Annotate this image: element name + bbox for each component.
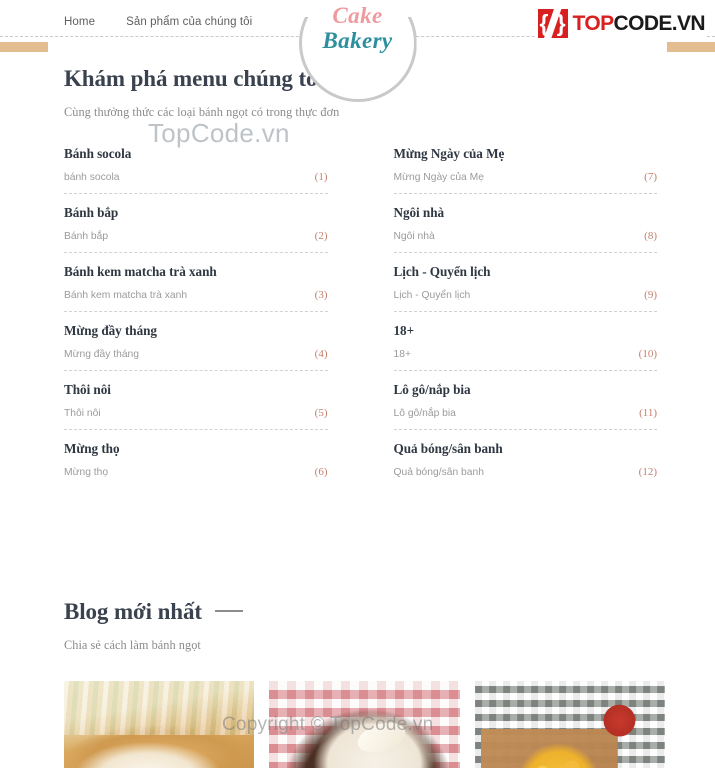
menu-item-desc: Lịch - Quyển lịch	[393, 290, 471, 301]
brace-right-glyph: }	[556, 10, 566, 36]
menu-item-row: Bánh kem matcha trà xanh (3)	[64, 289, 328, 301]
menu-column-right: Mừng Ngày của Mẹ Mừng Ngày của Mẹ (7) Ng…	[393, 146, 658, 499]
menu-item-count: (1)	[314, 171, 328, 183]
menu-item[interactable]: Mừng thọ Mừng thọ (6)	[64, 441, 328, 488]
menu-item-desc: bánh socola	[64, 172, 120, 183]
menu-item-desc: Bánh bắp	[64, 231, 109, 242]
menu-item-count: (12)	[638, 466, 657, 478]
menu-item-name: Thôi nôi	[64, 382, 111, 397]
blog-thumbnail-image	[269, 681, 460, 768]
menu-section-title: Khám phá menu chúng tôi	[64, 66, 324, 91]
blog-card[interactable]: 2020-06-04 22:48:25 BÁNH SỮA TƯƠI - CÁI …	[474, 681, 665, 768]
nav-item-products[interactable]: Sản phẩm của chúng tôi	[126, 16, 252, 28]
menu-item-desc: Thôi nôi	[64, 408, 101, 419]
blog-thumbnail-image	[64, 681, 255, 768]
menu-item-count: (9)	[644, 289, 657, 301]
menu-item-name: Bánh socola	[64, 146, 132, 161]
menu-item-desc: Mừng đầy tháng	[64, 349, 140, 360]
logo-wordmark: Cake Bakery	[299, 3, 417, 54]
code-brackets-icon: { }	[537, 9, 568, 38]
menu-item-name: Mừng đầy tháng	[64, 323, 157, 338]
title-underline-rule	[215, 610, 244, 612]
topcode-watermark-logo: { } TOPCODE.VN	[534, 7, 707, 40]
menu-item-count: (11)	[639, 407, 657, 419]
menu-item-row: Mừng thọ (6)	[64, 466, 328, 478]
menu-item-name: Lịch - Quyển lịch	[393, 264, 491, 279]
menu-item-row: 18+ (10)	[394, 348, 658, 360]
menu-item-name: Lô gô/nắp bia	[393, 382, 471, 397]
menu-item-row: Lịch - Quyển lịch (9)	[394, 289, 658, 301]
blog-section-head: Blog mới nhất Chia sẻ cách làm bánh ngọt	[0, 599, 715, 653]
blog-card-grid: 2020-06-04 22:48:09 Bánh mì bơ sữa - Món…	[0, 681, 715, 768]
menu-item[interactable]: 18+ 18+ (10)	[393, 323, 658, 371]
nav-item-home[interactable]: Home	[64, 16, 95, 28]
menu-item-count: (5)	[314, 407, 328, 419]
edge-accent-bar-left	[0, 42, 48, 52]
menu-item-desc: Quả bóng/sân banh	[393, 467, 484, 478]
menu-item-count: (10)	[638, 348, 657, 360]
menu-item-row: Quả bóng/sân banh (12)	[394, 466, 658, 478]
blog-section-title: Blog mới nhất	[64, 599, 202, 624]
primary-nav-left: Home Sản phẩm của chúng tôi	[64, 16, 252, 28]
menu-item-count: (6)	[314, 466, 328, 478]
menu-item-desc: 18+	[393, 349, 411, 360]
menu-item-count: (4)	[314, 348, 328, 360]
menu-item-name: Mừng thọ	[64, 441, 120, 456]
menu-item-row: Mừng Ngày của Mẹ (7)	[394, 171, 658, 183]
menu-item[interactable]: Mừng Ngày của Mẹ Mừng Ngày của Mẹ (7)	[393, 146, 658, 194]
menu-item-name: Quả bóng/sân banh	[393, 441, 503, 456]
menu-item-name: 18+	[393, 323, 415, 338]
blog-card[interactable]: 2020-06-04 22:48:17 Bánh sữa chua có ngu…	[269, 681, 460, 768]
blog-card[interactable]: 2020-06-04 22:48:09 Bánh mì bơ sữa - Món…	[64, 681, 255, 768]
menu-item-name: Mừng Ngày của Mẹ	[393, 146, 505, 161]
blog-section-subtitle: Chia sẻ cách làm bánh ngọt	[64, 638, 201, 652]
menu-item-count: (3)	[314, 289, 328, 301]
menu-item-name: Ngôi nhà	[393, 205, 445, 220]
edge-accent-bar-right	[667, 42, 715, 52]
menu-item[interactable]: Lô gô/nắp bia Lô gô/nắp bia (11)	[393, 382, 658, 430]
topcode-word-code: CODE.VN	[613, 12, 706, 35]
menu-grid: Bánh socola bánh socola (1) Bánh bắp Bán…	[0, 146, 715, 499]
menu-item-row: Bánh bắp (2)	[64, 230, 328, 242]
blog-thumbnail-image	[474, 681, 665, 768]
menu-item-desc: Mừng thọ	[64, 467, 109, 478]
menu-item[interactable]: Quả bóng/sân banh Quả bóng/sân banh (12)	[394, 441, 658, 488]
site-logo[interactable]: Cake Bakery	[298, 0, 417, 102]
menu-item-row: Mừng đầy tháng (4)	[64, 348, 328, 360]
menu-item-desc: Ngôi nhà	[393, 231, 435, 242]
menu-item[interactable]: Thôi nôi Thôi nôi (5)	[64, 382, 328, 430]
page-root: Home Sản phẩm của chúng tôi Blog Gi Cake…	[0, 0, 715, 768]
menu-item[interactable]: Lịch - Quyển lịch Lịch - Quyển lịch (9)	[393, 264, 658, 312]
menu-section: Khám phá menu chúng tôi Cùng thưởng thức…	[0, 42, 715, 499]
menu-item-desc: Lô gô/nắp bia	[393, 408, 456, 419]
blog-section: Blog mới nhất Chia sẻ cách làm bánh ngọt…	[0, 599, 715, 768]
logo-text-cake: Cake	[332, 3, 383, 28]
topcode-wordmark: TOPCODE.VN	[572, 12, 706, 35]
menu-item-row: Thôi nôi (5)	[64, 407, 328, 419]
menu-item-name: Bánh kem matcha trà xanh	[64, 264, 217, 279]
main-content: Khám phá menu chúng tôi Cùng thưởng thức…	[0, 42, 715, 768]
menu-item[interactable]: Mừng đầy tháng Mừng đầy tháng (4)	[64, 323, 328, 371]
menu-section-subtitle: Cùng thưởng thức các loại bánh ngọt có t…	[64, 105, 340, 119]
menu-item-count: (2)	[314, 230, 328, 242]
menu-item[interactable]: Bánh bắp Bánh bắp (2)	[64, 205, 328, 253]
menu-item[interactable]: Bánh socola bánh socola (1)	[64, 146, 328, 194]
menu-item-row: bánh socola (1)	[64, 171, 328, 183]
logo-text-bakery: Bakery	[322, 27, 393, 53]
menu-item-count: (8)	[644, 230, 657, 242]
menu-item-row: Ngôi nhà (8)	[394, 230, 658, 242]
menu-item-row: Lô gô/nắp bia (11)	[394, 407, 658, 419]
menu-item-count: (7)	[644, 171, 657, 183]
menu-item-desc: Mừng Ngày của Mẹ	[393, 172, 484, 183]
menu-column-left: Bánh socola bánh socola (1) Bánh bắp Bán…	[64, 146, 328, 499]
menu-item-name: Bánh bắp	[64, 205, 119, 220]
menu-item[interactable]: Bánh kem matcha trà xanh Bánh kem matcha…	[64, 264, 328, 312]
menu-item[interactable]: Ngôi nhà Ngôi nhà (8)	[393, 205, 658, 253]
menu-item-desc: Bánh kem matcha trà xanh	[64, 290, 188, 301]
topcode-word-top: TOP	[572, 12, 615, 35]
